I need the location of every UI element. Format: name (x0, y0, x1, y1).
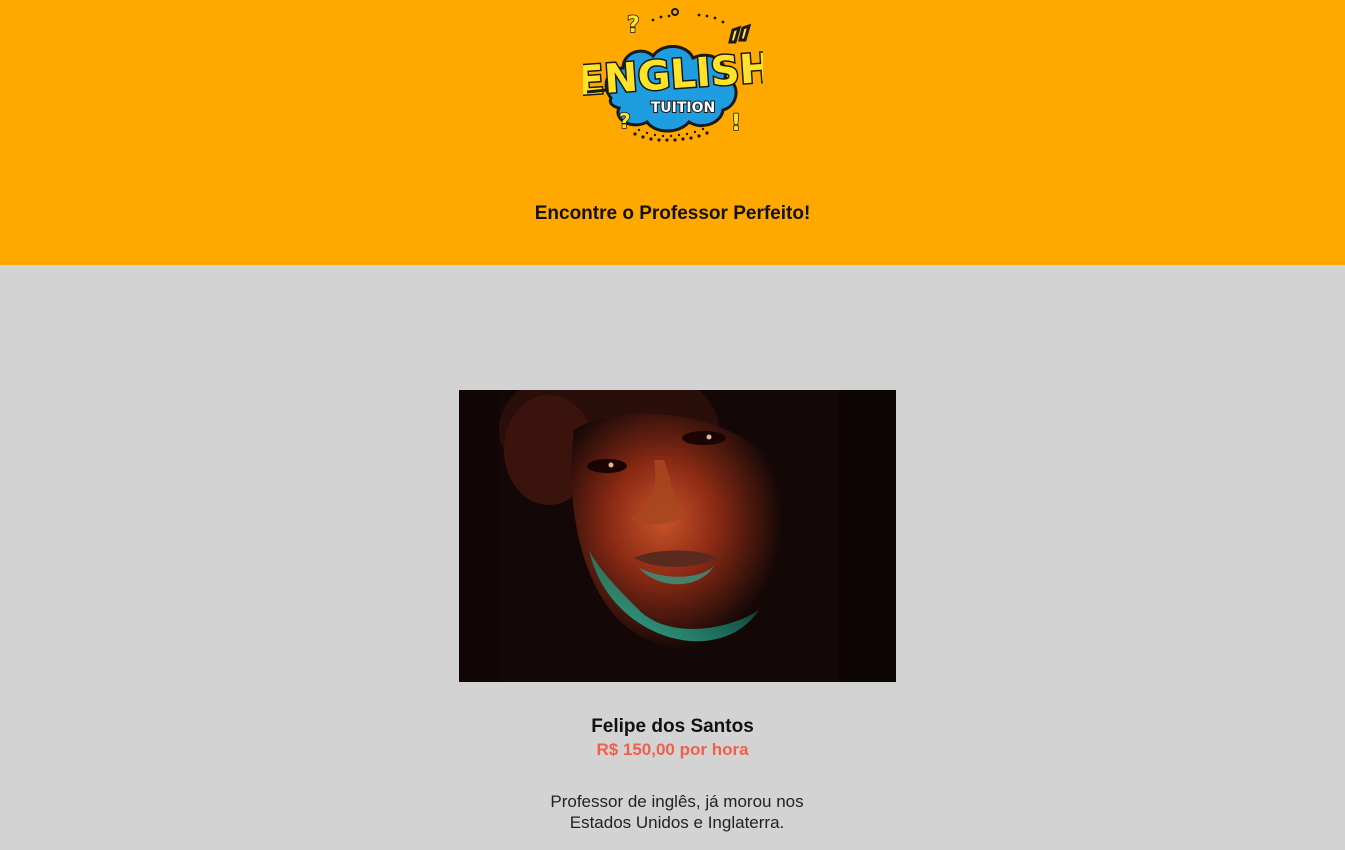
exclamation-icon: ! (731, 111, 741, 136)
teacher-photo (459, 390, 896, 682)
sparkle-icon (671, 8, 679, 16)
teacher-name: Felipe dos Santos (591, 716, 754, 737)
logo-word-tuition: TUITION (651, 100, 716, 116)
teacher-portrait-photo-icon (459, 390, 896, 682)
page: ENGLISH TUITION ? ? ! Encontre o Profess… (0, 0, 1345, 850)
question-mark-icon: ? (627, 13, 640, 38)
question-mark-small-icon: ? (619, 109, 631, 133)
quote-marks-icon (728, 23, 752, 44)
header: ENGLISH TUITION ? ? ! Encontre o Profess… (0, 0, 1345, 265)
english-tuition-logo: ENGLISH TUITION ? ? ! (583, 8, 763, 142)
speed-line-icon (586, 88, 608, 94)
page-tagline: Encontre o Professor Perfeito! (534, 203, 811, 224)
teacher-price: R$ 150,00 por hora (596, 740, 749, 759)
teacher-description: Professor de inglês, já morou nos Estado… (550, 792, 804, 832)
